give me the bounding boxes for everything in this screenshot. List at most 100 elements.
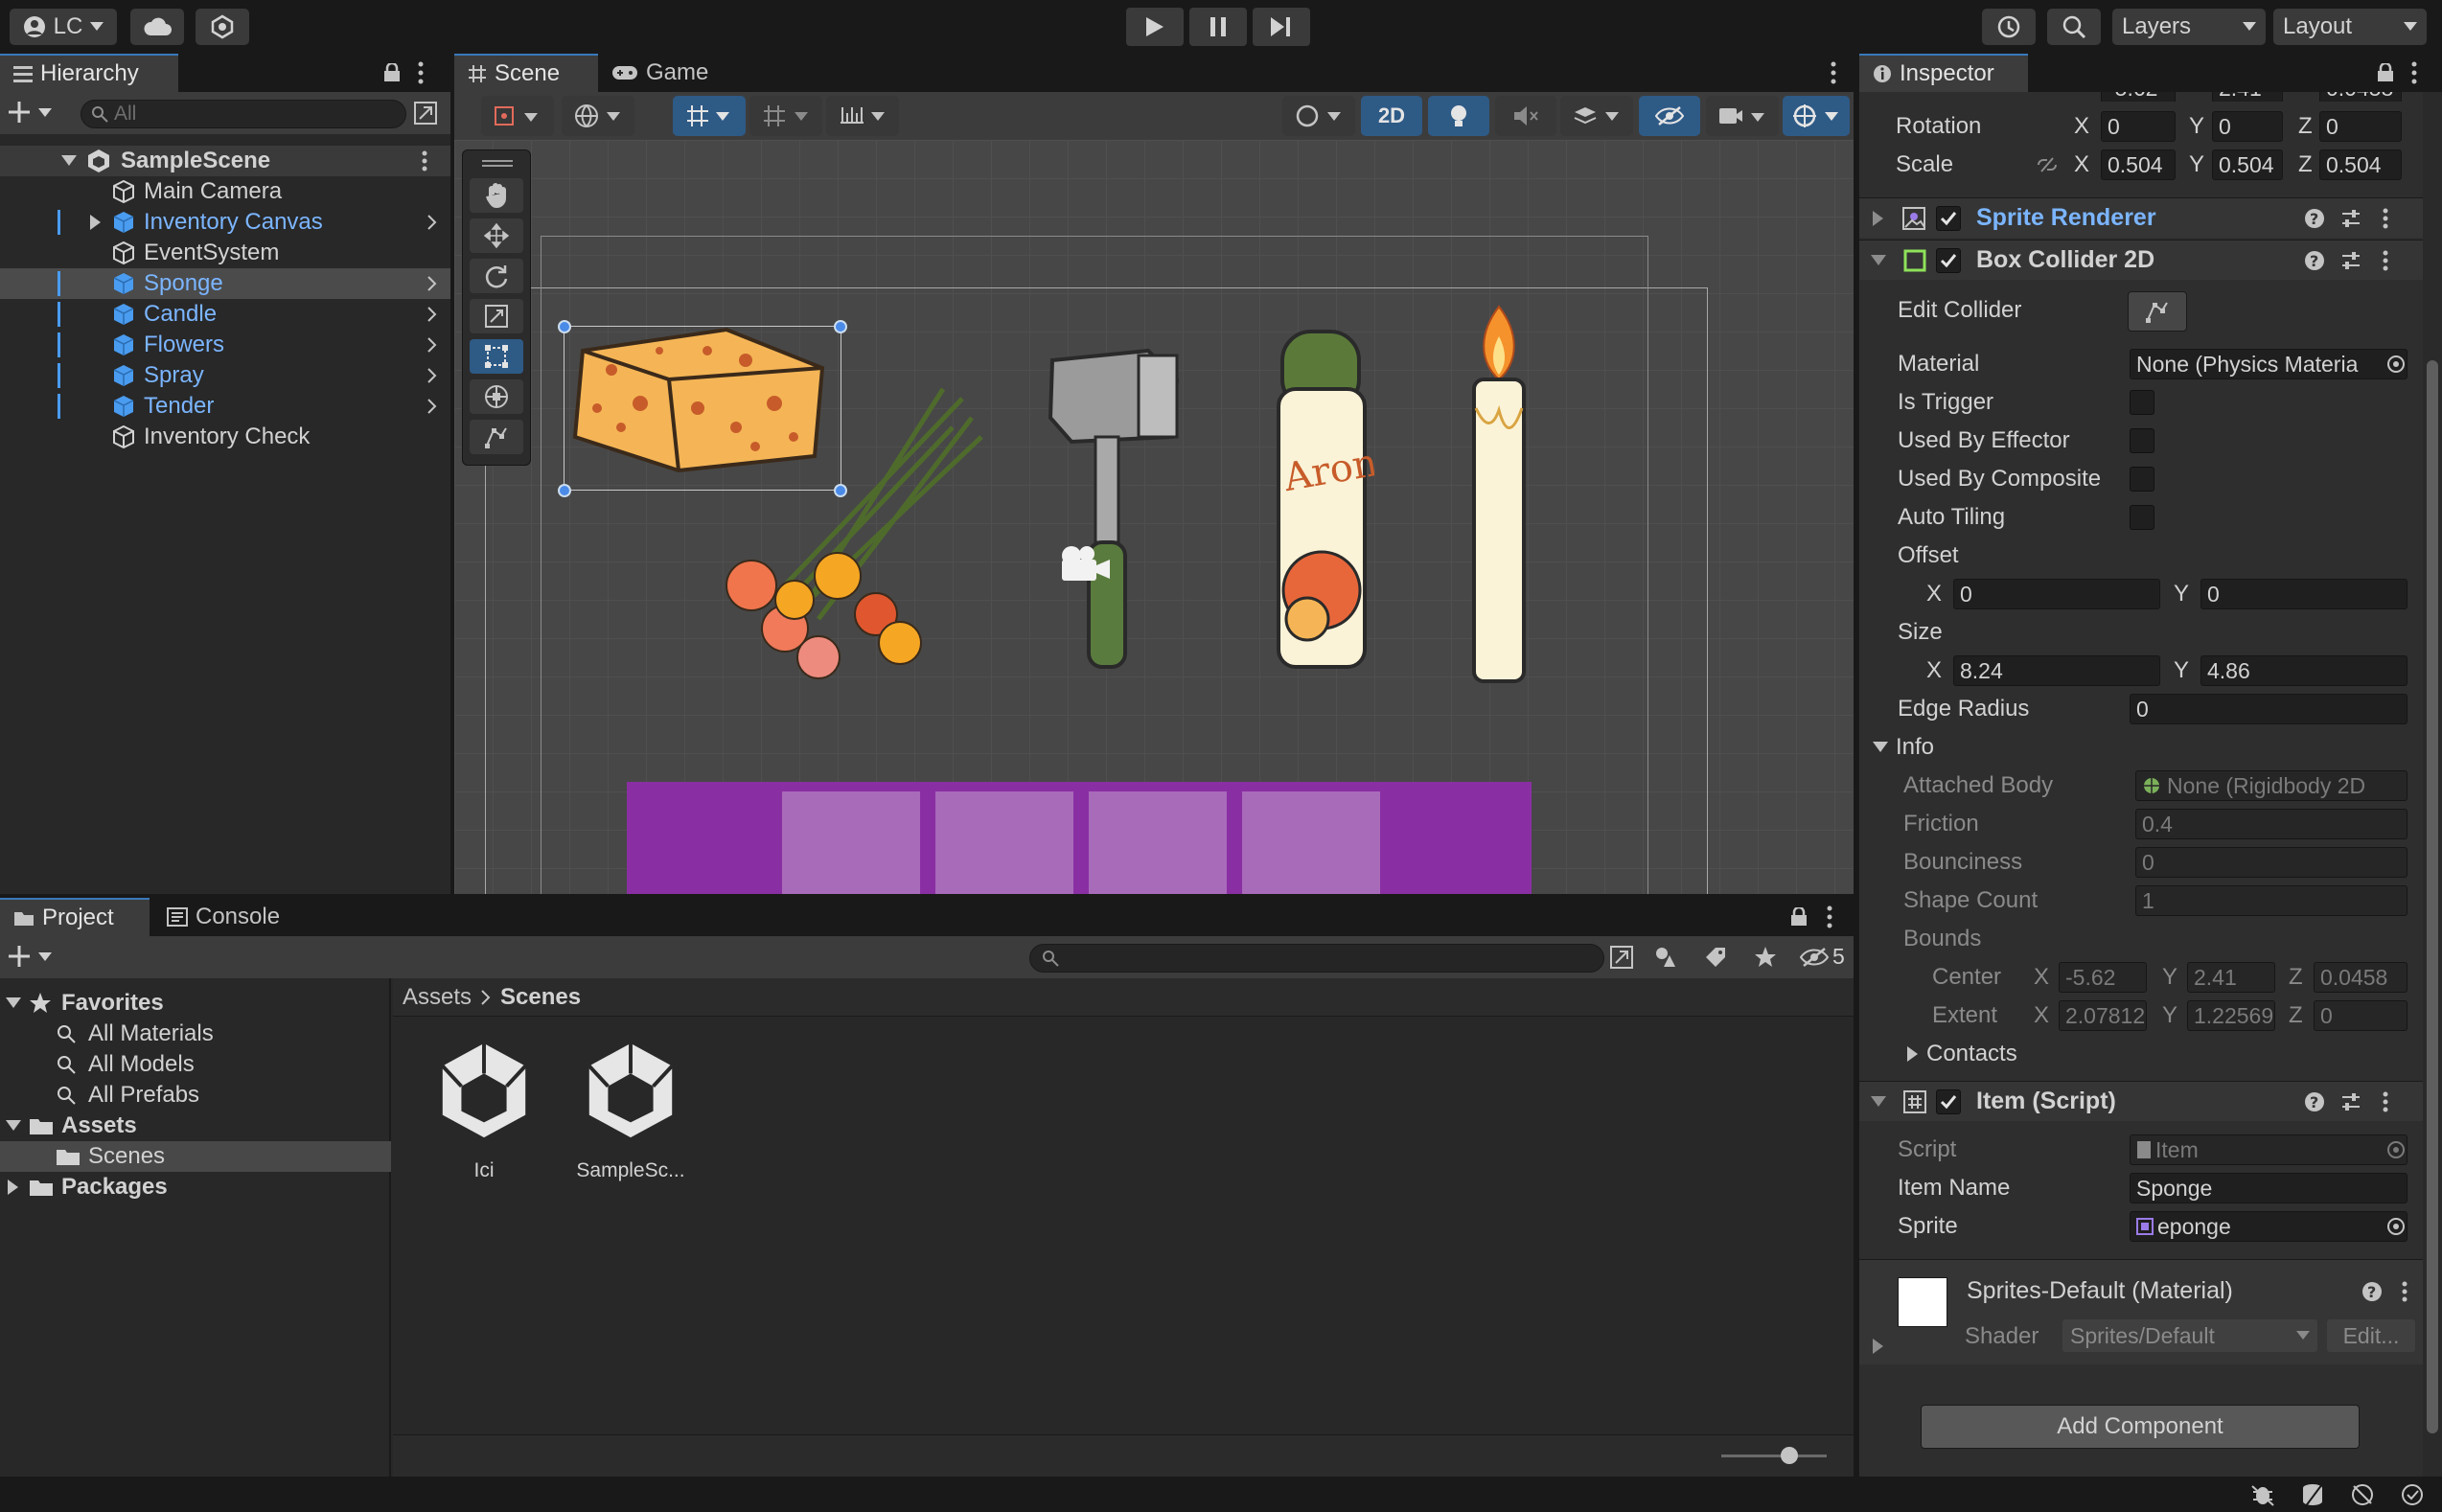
rect-tool[interactable] — [470, 339, 523, 374]
inventory-slot[interactable] — [935, 791, 1073, 894]
expanded-triangle-icon[interactable] — [1871, 1095, 1886, 1108]
inventory-slot[interactable] — [1242, 791, 1380, 894]
scale-tool[interactable] — [470, 299, 523, 333]
kebab-menu-icon[interactable] — [418, 61, 424, 84]
expanded-triangle-icon[interactable] — [1873, 742, 1888, 753]
sprite-renderer-header[interactable]: Sprite Renderer ? — [1859, 197, 2442, 238]
preset-icon[interactable] — [2340, 250, 2361, 271]
inspector-scrollbar[interactable] — [2423, 92, 2442, 1477]
favorites-row[interactable]: Favorites — [0, 988, 391, 1019]
candle-sprite[interactable] — [1461, 303, 1537, 686]
add-object-button[interactable] — [8, 100, 56, 125]
help-icon[interactable]: ? — [2304, 250, 2325, 271]
expanded-triangle-icon[interactable] — [61, 155, 77, 167]
increment-snap-dropdown[interactable] — [826, 96, 899, 136]
camera-dropdown[interactable] — [1706, 96, 1779, 136]
expanded-triangle-icon[interactable] — [6, 1120, 21, 1132]
kebab-menu-icon[interactable] — [2383, 1091, 2388, 1112]
tab-hierarchy[interactable]: Hierarchy — [0, 54, 178, 92]
material-field[interactable]: None (Physics Materia — [2130, 349, 2407, 379]
tag-icon[interactable] — [1704, 946, 1727, 969]
icon-size-slider[interactable] — [1721, 1455, 1827, 1457]
cloud-button[interactable] — [130, 9, 184, 45]
kebab-menu-icon[interactable] — [422, 150, 427, 172]
edge-radius-field[interactable]: 0 — [2130, 694, 2407, 724]
shader-dropdown[interactable]: Sprites/Default — [2062, 1319, 2317, 1352]
gizmos-dropdown[interactable] — [1783, 96, 1850, 136]
expanded-triangle-icon[interactable] — [6, 997, 21, 1009]
breadcrumb-assets[interactable]: Assets — [403, 984, 472, 1011]
hierarchy-item[interactable]: EventSystem — [0, 238, 450, 268]
2d-mode-toggle[interactable]: 2D — [1361, 96, 1422, 136]
account-button[interactable]: LC — [10, 9, 117, 45]
scene-viewport[interactable]: Aron — [454, 140, 1854, 894]
size-x-field[interactable]: 8.24 — [1953, 655, 2160, 686]
favorite-item[interactable]: All Models — [0, 1049, 391, 1080]
offset-y-field[interactable]: 0 — [2200, 579, 2407, 609]
move-tool[interactable] — [470, 218, 523, 253]
collapsed-triangle-icon[interactable] — [1873, 1339, 1884, 1354]
resize-handle[interactable] — [558, 484, 571, 497]
hierarchy-item[interactable]: Inventory Check — [0, 422, 450, 452]
scene-root-row[interactable]: SampleScene — [0, 146, 450, 176]
help-icon[interactable]: ? — [2304, 1091, 2325, 1112]
chevron-right-icon[interactable] — [427, 215, 437, 230]
bug-icon[interactable] — [2250, 1482, 2275, 1507]
kebab-menu-icon[interactable] — [1831, 61, 1836, 84]
network-off-icon[interactable] — [2350, 1482, 2375, 1507]
scale-x-field[interactable]: 0.504 — [2101, 149, 2176, 180]
flowers-sprite[interactable] — [694, 370, 1001, 696]
tab-game[interactable]: Game — [598, 54, 723, 92]
play-button[interactable] — [1126, 8, 1184, 46]
help-icon[interactable]: ? — [2361, 1281, 2383, 1302]
chevron-right-icon[interactable] — [427, 276, 437, 291]
chevron-right-icon[interactable] — [427, 307, 437, 322]
star-icon[interactable] — [1754, 946, 1777, 969]
history-button[interactable] — [1982, 9, 2036, 45]
rotation-y-field[interactable]: 0 — [2212, 111, 2283, 142]
effects-dropdown[interactable] — [1560, 96, 1633, 136]
scene-asset-samplescene[interactable]: SampleSc... — [573, 1040, 688, 1183]
chevron-right-icon[interactable] — [427, 399, 437, 414]
edit-shader-button[interactable]: Edit... — [2327, 1319, 2415, 1352]
is-trigger-checkbox[interactable] — [2130, 390, 2154, 415]
tender-sprite[interactable] — [1043, 332, 1186, 676]
grid-snap-toggle[interactable] — [673, 96, 746, 136]
lighting-toggle[interactable] — [1428, 96, 1489, 136]
layers-dropdown[interactable]: Layers — [2112, 9, 2266, 45]
cache-server-icon[interactable] — [2300, 1482, 2325, 1507]
auto-tiling-checkbox[interactable] — [2130, 505, 2154, 530]
lock-icon[interactable] — [383, 63, 401, 82]
box-collider-enabled-checkbox[interactable] — [1936, 248, 1961, 273]
used-by-effector-checkbox[interactable] — [2130, 428, 2154, 453]
rotation-z-field[interactable]: 0 — [2319, 111, 2402, 142]
chevron-right-icon[interactable] — [427, 337, 437, 353]
sprite-renderer-enabled-checkbox[interactable] — [1936, 206, 1961, 231]
breadcrumb-scenes[interactable]: Scenes — [500, 984, 581, 1011]
size-y-field[interactable]: 4.86 — [2200, 655, 2407, 686]
help-icon[interactable]: ? — [2304, 208, 2325, 229]
item-name-field[interactable]: Sponge — [2130, 1173, 2407, 1203]
item-script-enabled-checkbox[interactable] — [1936, 1089, 1961, 1114]
item-script-header[interactable]: Item (Script) ? — [1859, 1081, 2442, 1121]
packages-row[interactable]: Packages — [0, 1172, 391, 1203]
check-circle-icon[interactable] — [2400, 1482, 2425, 1507]
hierarchy-item[interactable]: Tender — [0, 391, 450, 422]
project-search-field[interactable] — [1029, 944, 1604, 973]
favorite-item[interactable]: All Materials — [0, 1019, 391, 1049]
inventory-slot[interactable] — [1089, 791, 1227, 894]
contacts-row[interactable]: Contacts — [1859, 1037, 2425, 1071]
scene-asset-ici[interactable]: Ici — [431, 1040, 537, 1183]
hidden-packages-toggle[interactable]: 5 — [1800, 944, 1845, 970]
scale-z-field[interactable]: 0.504 — [2319, 149, 2402, 180]
collapsed-triangle-icon[interactable] — [1873, 210, 1884, 226]
resize-handle[interactable] — [834, 320, 847, 333]
expanded-triangle-icon[interactable] — [1871, 254, 1886, 266]
spray-sprite[interactable]: Aron — [1269, 322, 1374, 676]
used-by-composite-checkbox[interactable] — [2130, 467, 2154, 492]
step-button[interactable] — [1253, 8, 1310, 46]
tab-scene[interactable]: Scene — [454, 54, 598, 92]
shading-mode-dropdown[interactable] — [1282, 96, 1355, 136]
hierarchy-item[interactable]: Sponge — [0, 268, 450, 299]
hidden-objects-toggle[interactable] — [1639, 96, 1700, 136]
